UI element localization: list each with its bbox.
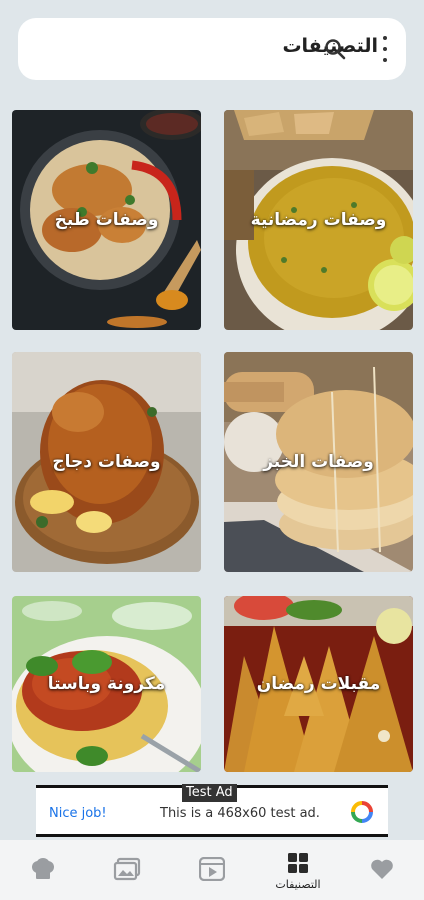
categories-grid-icon[interactable] [283,850,313,876]
chef-hat-icon[interactable] [28,856,58,882]
ad-nice-text: Nice job! [49,806,107,821]
ad-message: This is a 468x60 test ad. [160,806,320,821]
category-card-pasta[interactable]: مكرونة وباستا [12,596,201,772]
nav-active-label: التصنيفات [275,878,321,891]
category-label: وصفات الخبز [263,452,374,472]
heart-icon[interactable] [367,856,397,882]
top-bar: التصنيفات [18,18,406,80]
ad-logo-icon [351,801,373,823]
category-card-appetizers[interactable]: مقبلات رمضان [224,596,413,772]
category-label: وصفات رمضانية [250,210,387,230]
category-label: وصفات طبخ [54,210,159,230]
ad-tag: Test Ad [182,784,237,802]
category-label: مكرونة وباستا [47,674,166,694]
gallery-icon[interactable] [112,856,142,882]
more-options-icon[interactable] [380,36,390,62]
category-card-ramadan[interactable]: وصفات رمضانية [224,110,413,330]
video-play-icon[interactable] [197,856,227,882]
bottom-nav: التصنيفات [0,840,424,900]
test-ad-banner[interactable]: Test Ad Nice job! This is a 468x60 test … [36,784,388,837]
category-label: وصفات دجاج [52,452,161,472]
category-card-bread[interactable]: وصفات الخبز [224,352,413,572]
category-card-cooking[interactable]: وصفات طبخ [12,110,201,330]
category-label: مقبلات رمضان [256,674,381,694]
search-icon[interactable] [322,36,348,62]
category-card-chicken[interactable]: وصفات دجاج [12,352,201,572]
